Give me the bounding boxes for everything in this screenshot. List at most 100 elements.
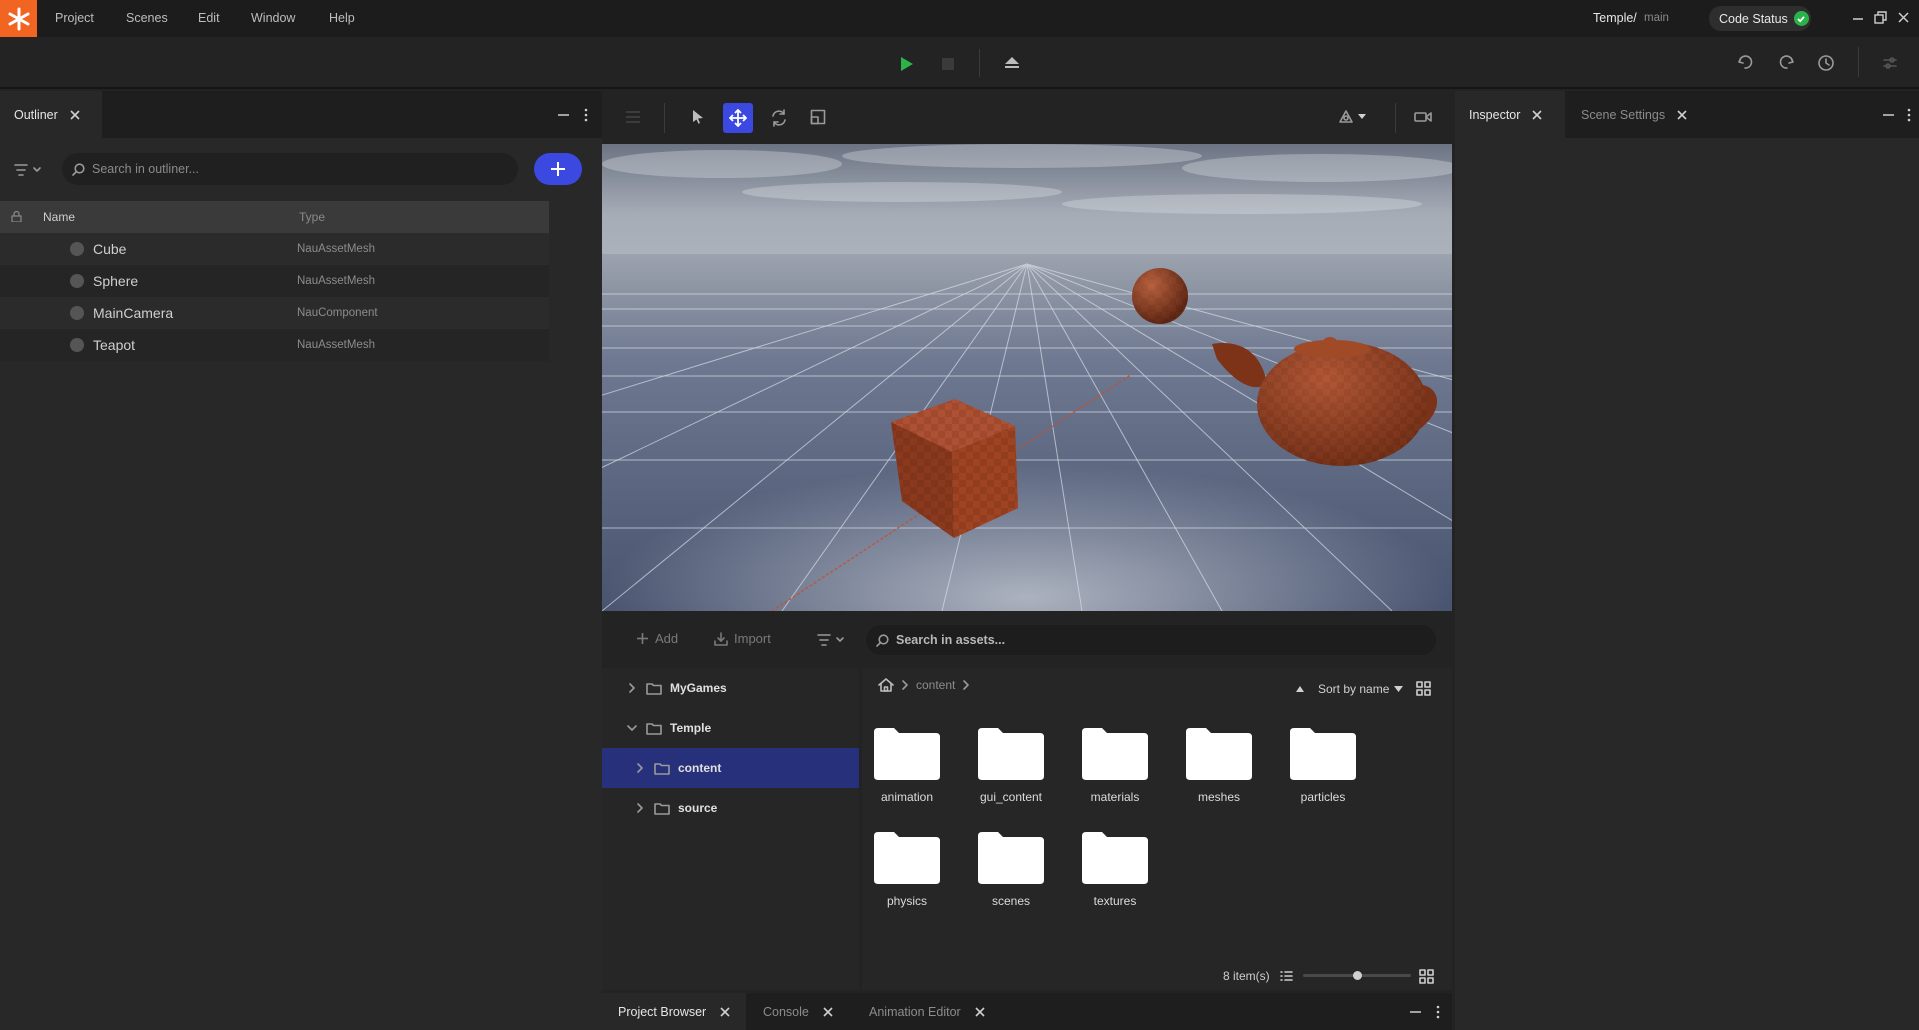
camera-icon[interactable] [1414, 111, 1432, 123]
outliner-search-input[interactable]: Search in outliner... [62, 153, 518, 185]
select-tool-icon[interactable] [691, 109, 705, 125]
folder-item-physics[interactable]: physics [862, 830, 952, 908]
folder-item-materials[interactable]: materials [1070, 726, 1160, 804]
outliner-table-header: Name Type [0, 201, 549, 233]
folder-item-particles[interactable]: particles [1278, 726, 1368, 804]
close-icon[interactable] [1677, 109, 1687, 120]
outliner-row-teapot[interactable]: Teapot NauAssetMesh [0, 329, 549, 361]
list-view-icon[interactable] [1280, 970, 1293, 982]
more-options-icon[interactable] [1907, 108, 1911, 122]
breadcrumb-item[interactable]: content [916, 678, 955, 692]
sort-ascending-icon[interactable] [1296, 686, 1304, 692]
close-icon[interactable] [823, 1006, 833, 1017]
folder-item-gui-content[interactable]: gui_content [966, 726, 1056, 804]
more-options-icon[interactable] [584, 108, 588, 122]
minimize-panel-icon[interactable] [558, 113, 569, 117]
add-asset-button[interactable]: Add [636, 631, 678, 646]
object-icon [70, 306, 84, 320]
search-icon [72, 162, 85, 176]
chevron-right-icon[interactable] [636, 763, 644, 773]
home-icon[interactable] [878, 678, 894, 692]
folder-item-scenes[interactable]: scenes [966, 830, 1056, 908]
outliner-row-maincamera[interactable]: MainCamera NauComponent [0, 297, 549, 329]
move-tool-icon[interactable] [723, 103, 753, 133]
app-logo-icon[interactable] [0, 0, 37, 37]
redo-icon[interactable] [1777, 55, 1795, 71]
chevron-right-icon[interactable] [628, 683, 636, 693]
settings-sliders-icon[interactable] [1882, 55, 1898, 71]
row-type: NauAssetMesh [297, 339, 375, 351]
play-icon[interactable] [900, 56, 914, 72]
history-icon[interactable] [1817, 54, 1835, 72]
row-name: Teapot [93, 337, 136, 353]
code-status-button[interactable]: Code Status [1709, 6, 1811, 31]
search-icon [876, 633, 889, 647]
menu-window[interactable]: Window [251, 11, 295, 25]
lock-icon[interactable] [11, 211, 22, 222]
rotate-tool-icon[interactable] [770, 109, 788, 127]
scene-viewport[interactable] [602, 144, 1452, 611]
outliner-row-sphere[interactable]: Sphere NauAssetMesh [0, 265, 549, 297]
add-object-button[interactable] [534, 153, 582, 185]
tab-inspector[interactable]: Inspector [1455, 91, 1565, 138]
folder-icon [874, 830, 940, 884]
asset-search-input[interactable]: Search in assets... [866, 625, 1436, 655]
scale-tool-icon[interactable] [810, 109, 826, 125]
more-options-icon[interactable] [1436, 1005, 1440, 1019]
minimize-panel-icon[interactable] [1410, 1010, 1421, 1014]
menu-help[interactable]: Help [329, 11, 355, 25]
chevron-right-icon[interactable] [636, 803, 644, 813]
zoom-slider-handle[interactable] [1353, 971, 1362, 980]
filter-icon[interactable] [14, 163, 44, 177]
outliner-tabbar: Outliner [0, 91, 602, 138]
filter-icon[interactable] [817, 633, 847, 647]
tab-project-browser[interactable]: Project Browser [602, 993, 746, 1030]
eject-icon[interactable] [1004, 56, 1020, 70]
menu-edit[interactable]: Edit [198, 11, 220, 25]
column-type[interactable]: Type [299, 210, 325, 224]
close-icon[interactable] [720, 1006, 730, 1017]
tab-outliner-label: Outliner [14, 107, 58, 122]
import-asset-button[interactable]: Import [714, 631, 771, 646]
stop-icon[interactable] [941, 57, 955, 71]
project-name: Temple/ [1593, 11, 1637, 25]
render-mode-icon[interactable] [1338, 108, 1368, 126]
grid-view-icon[interactable] [1419, 969, 1434, 984]
sort-control[interactable]: Sort by name [1296, 682, 1404, 696]
row-name: Cube [93, 241, 127, 257]
tab-console[interactable]: Console [763, 993, 833, 1030]
tab-scene-settings[interactable]: Scene Settings [1581, 91, 1687, 138]
close-icon[interactable] [975, 1006, 985, 1017]
folder-item-meshes[interactable]: meshes [1174, 726, 1264, 804]
folder-item-animation[interactable]: animation [862, 726, 952, 804]
close-icon[interactable] [1532, 109, 1542, 120]
menu-project[interactable]: Project [55, 11, 94, 25]
minimize-window-icon[interactable] [1852, 12, 1864, 24]
restore-window-icon[interactable] [1874, 11, 1887, 24]
tab-animation-editor[interactable]: Animation Editor [869, 993, 985, 1030]
tab-label: Animation Editor [869, 1004, 961, 1019]
folder-item-textures[interactable]: textures [1070, 830, 1160, 908]
undo-icon[interactable] [1737, 55, 1755, 71]
close-icon[interactable] [70, 109, 80, 120]
tree-item-temple[interactable]: Temple [602, 708, 859, 748]
chevron-down-icon[interactable] [627, 724, 637, 732]
object-icon [70, 274, 84, 288]
minimize-panel-icon[interactable] [1883, 113, 1894, 117]
outliner-row-cube[interactable]: Cube NauAssetMesh [0, 233, 549, 265]
folder-icon [646, 722, 662, 735]
menu-scenes[interactable]: Scenes [126, 11, 168, 25]
zoom-slider[interactable] [1303, 971, 1411, 980]
chevron-right-icon [902, 680, 908, 690]
project-branch: main [1644, 12, 1669, 24]
tab-outliner[interactable]: Outliner [0, 91, 102, 138]
hamburger-menu-icon[interactable] [626, 111, 640, 123]
grid-view-icon[interactable] [1416, 681, 1431, 696]
tree-item-mygames[interactable]: MyGames [602, 668, 859, 708]
add-asset-label: Add [655, 631, 679, 646]
check-icon [1793, 11, 1809, 26]
tree-item-source[interactable]: source [602, 788, 859, 828]
close-window-icon[interactable] [1897, 11, 1910, 24]
tree-item-content[interactable]: content [602, 748, 859, 788]
column-name[interactable]: Name [43, 210, 75, 224]
